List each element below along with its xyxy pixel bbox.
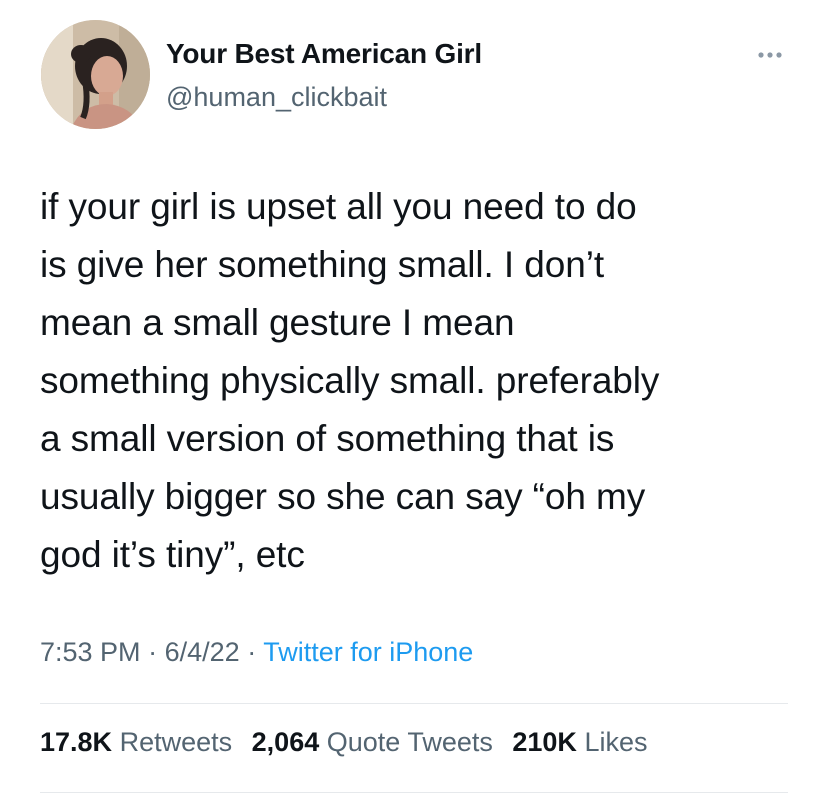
tweet-detail: Your Best American Girl @human_clickbait…: [0, 0, 828, 794]
quote-tweets-label: Quote Tweets: [326, 727, 493, 757]
quote-tweets-count: 2,064: [251, 727, 320, 757]
author-display-name[interactable]: Your Best American Girl: [166, 38, 482, 70]
tweet-time[interactable]: 7:53 PM: [40, 637, 141, 667]
divider: [40, 792, 788, 793]
author-handle[interactable]: @human_clickbait: [166, 82, 387, 113]
engagement-stats: 17.8K Retweets 2,064 Quote Tweets 210K L…: [40, 727, 659, 758]
tweet-metadata: 7:53 PM · 6/4/22 · Twitter for iPhone: [40, 637, 473, 668]
likes-label: Likes: [584, 727, 648, 757]
retweets-label: Retweets: [119, 727, 233, 757]
tweet-date[interactable]: 6/4/22: [165, 637, 240, 667]
tweet-source-link[interactable]: Twitter for iPhone: [263, 637, 473, 667]
quote-tweets-stat[interactable]: 2,064 Quote Tweets: [252, 727, 493, 757]
likes-count: 210K: [512, 727, 577, 757]
tweet-text: if your girl is upset all you need to do…: [40, 186, 660, 575]
avatar[interactable]: [41, 20, 150, 129]
more-options-icon[interactable]: [750, 40, 790, 70]
meta-separator: ·: [247, 637, 257, 667]
profile-photo-icon: [41, 20, 150, 129]
retweets-count: 17.8K: [40, 727, 113, 757]
meta-separator: ·: [148, 637, 158, 667]
likes-stat[interactable]: 210K Likes: [512, 727, 647, 757]
retweets-stat[interactable]: 17.8K Retweets: [40, 727, 232, 757]
divider: [40, 703, 788, 704]
